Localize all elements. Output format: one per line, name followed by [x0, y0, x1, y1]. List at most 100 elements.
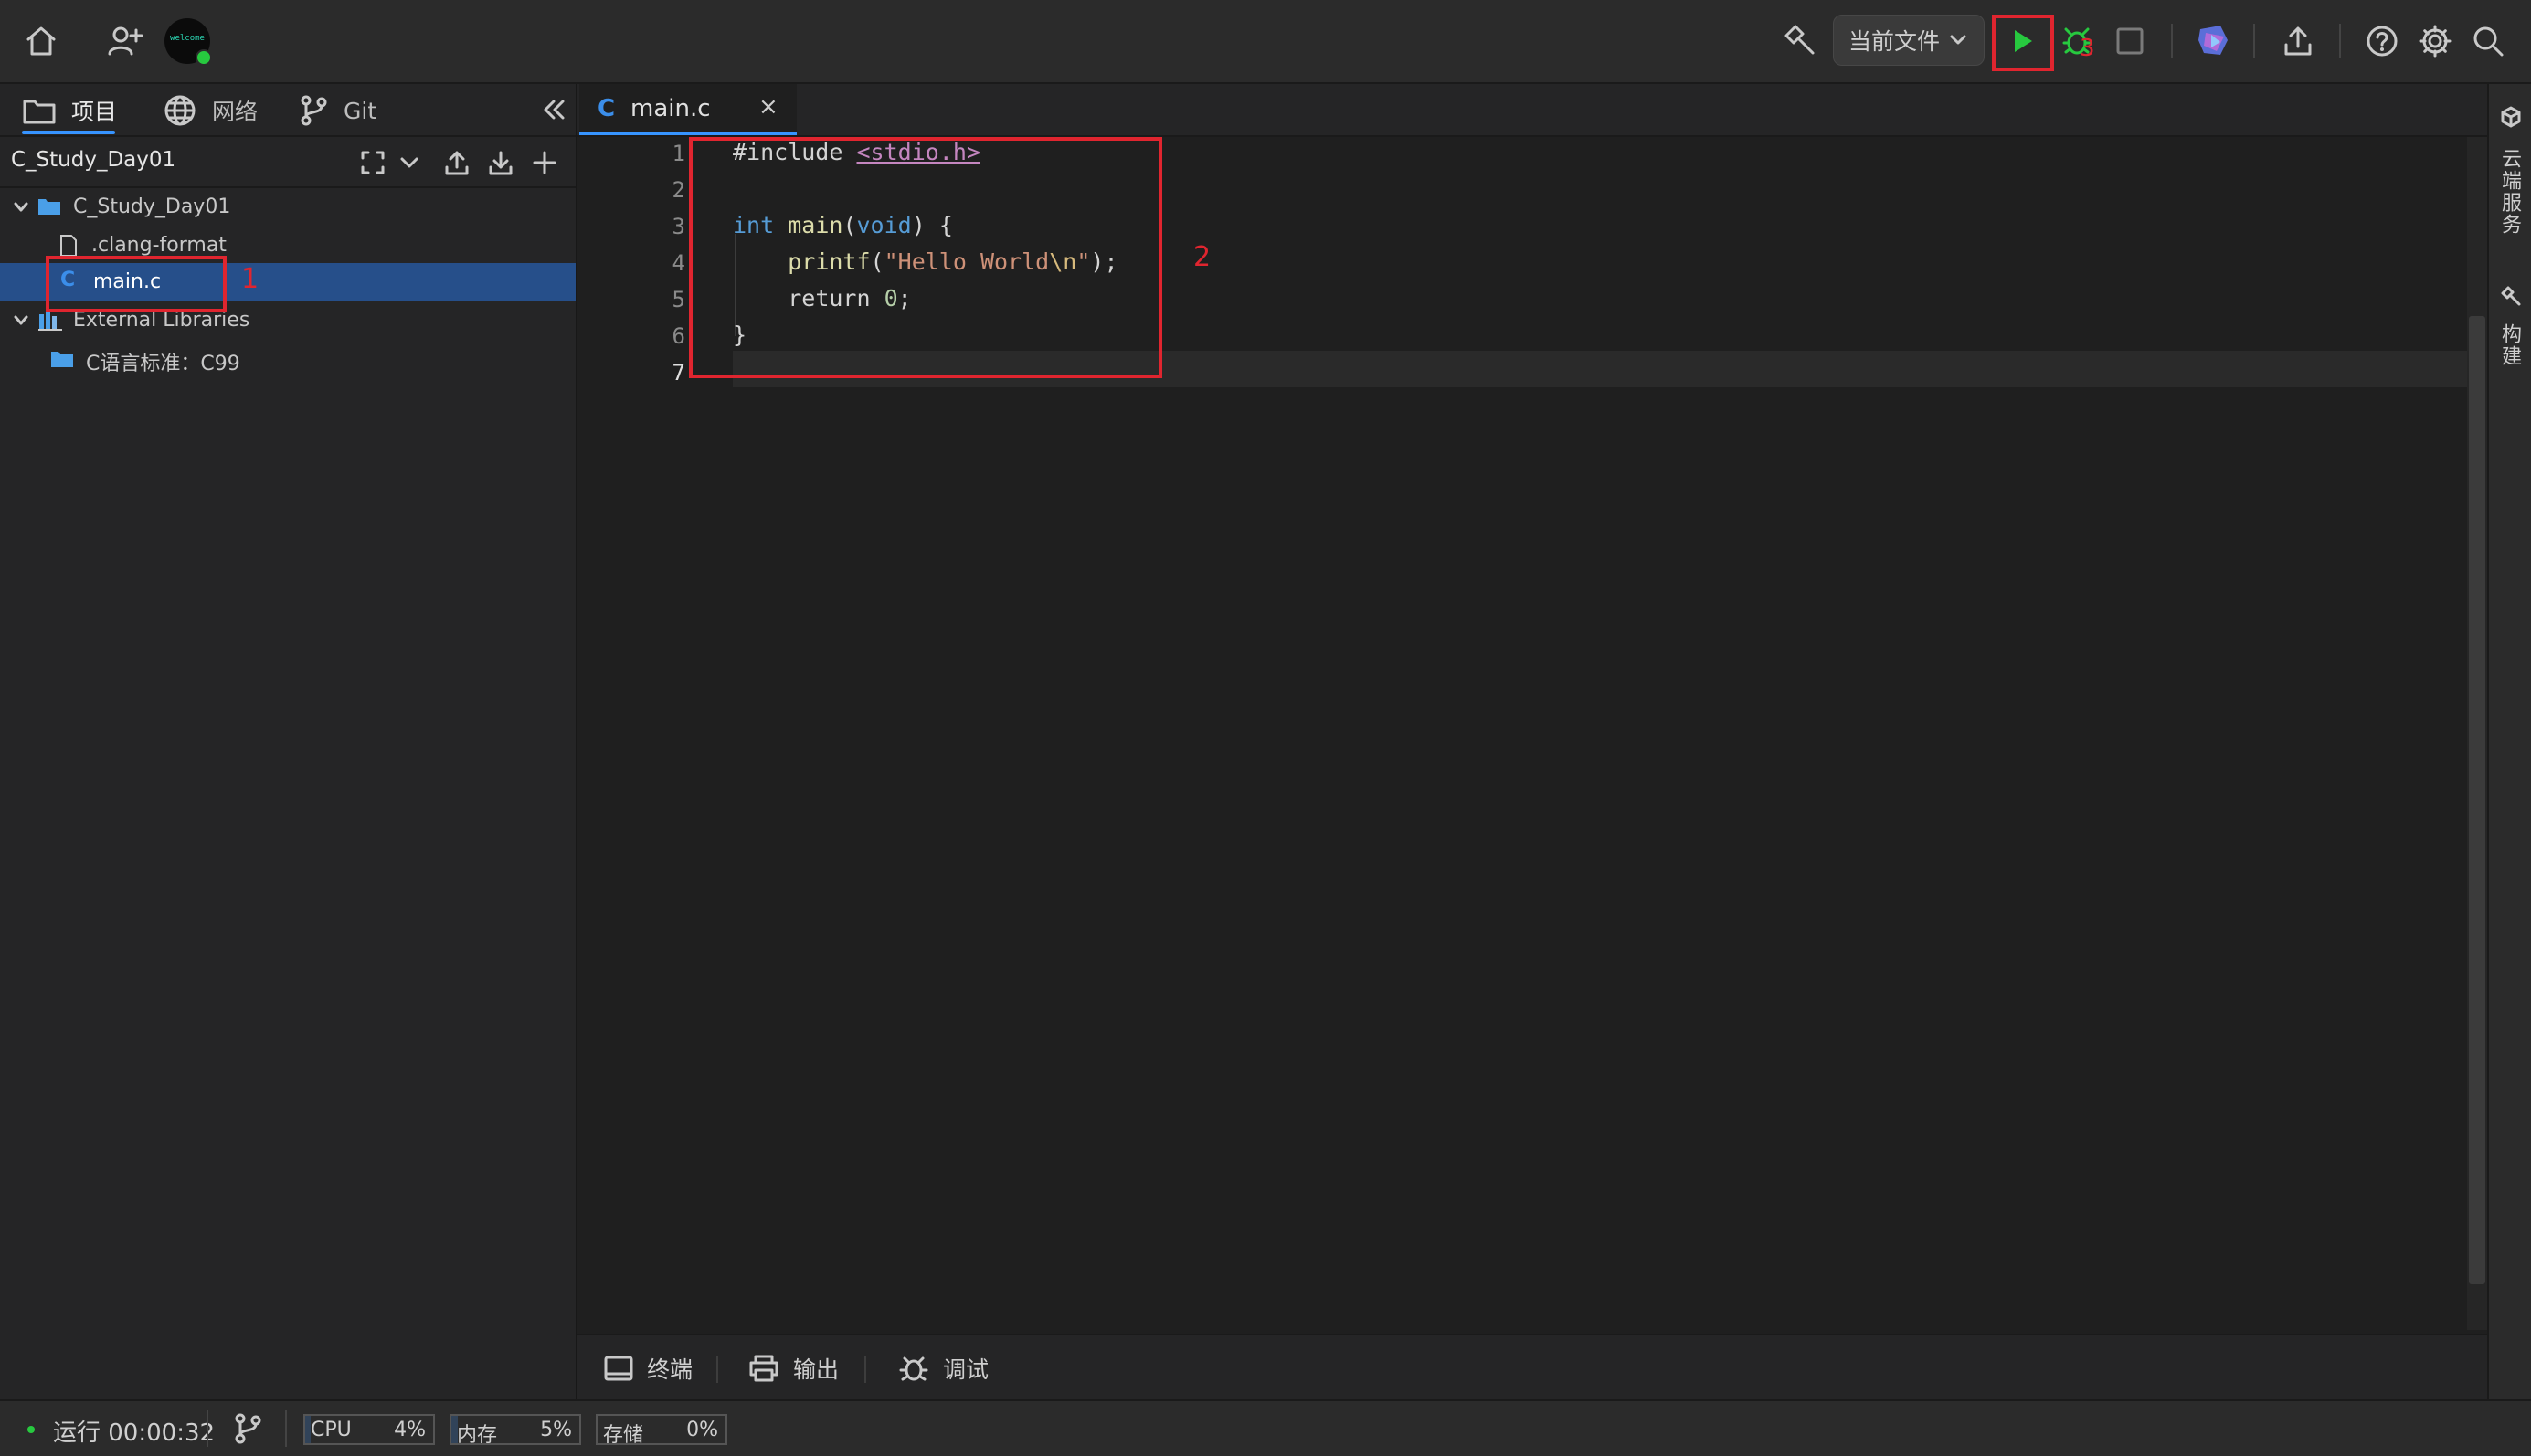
editor-tab-bar: C main.c ×	[577, 84, 2487, 137]
run-timer: 运行 00:00:32	[53, 1419, 216, 1447]
annotation-label-1: 1	[241, 263, 259, 295]
project-header: C_Study_Day01	[0, 137, 576, 188]
top-toolbar: welcome 当前文件	[0, 0, 2531, 84]
search-icon[interactable]	[2465, 18, 2511, 64]
upload-icon[interactable]	[2275, 18, 2321, 64]
stop-button[interactable]	[2107, 18, 2153, 64]
editor-scrollbar[interactable]	[2467, 137, 2487, 1330]
status-divider	[207, 1410, 208, 1447]
upload-icon[interactable]	[440, 146, 473, 179]
tab-project[interactable]: 项目	[22, 90, 117, 132]
tab-project-label: 项目	[71, 99, 118, 125]
tab-output[interactable]: 输出	[747, 1352, 839, 1385]
folder-icon	[51, 352, 73, 367]
help-icon[interactable]	[2359, 18, 2405, 64]
tab-git[interactable]: Git	[298, 90, 376, 132]
run-configuration-select[interactable]: 当前文件	[1833, 15, 1985, 66]
line-number: 6	[672, 323, 685, 349]
tab-git-label: Git	[344, 97, 377, 124]
globe-icon	[164, 95, 196, 126]
bug-icon	[899, 1356, 928, 1381]
build-hammer-icon[interactable]	[1776, 18, 1822, 64]
panel-tab-divider	[864, 1356, 866, 1383]
folder-open-icon	[38, 199, 60, 215]
download-icon[interactable]	[484, 146, 517, 179]
chevron-down-icon	[1950, 35, 1966, 45]
home-icon[interactable]	[18, 18, 64, 64]
storage-label: 存储	[603, 1424, 644, 1445]
chevron-down-icon	[14, 315, 28, 325]
sidebar-tabs: 项目 网络 Git	[0, 84, 576, 137]
toolbar-divider	[2171, 24, 2173, 58]
file-icon	[60, 235, 77, 257]
tab-output-label: 输出	[793, 1356, 840, 1383]
active-tab-indicator	[579, 132, 797, 135]
run-configuration-label: 当前文件	[1848, 28, 1941, 55]
right-tool-rail: 云端服务 构建	[2487, 84, 2531, 1399]
annotation-label-2: 2	[1193, 241, 1212, 273]
terminal-icon	[604, 1356, 633, 1381]
git-branch-icon	[301, 95, 327, 126]
printer-icon	[749, 1355, 778, 1382]
add-icon[interactable]	[528, 146, 561, 179]
memory-value: 5%	[540, 1419, 572, 1441]
cube-icon	[2501, 106, 2521, 128]
cloud-services-tab[interactable]: 云端服务	[2498, 148, 2524, 236]
collapse-sidebar-icon[interactable]	[537, 93, 570, 126]
panel-tab-divider	[716, 1356, 718, 1383]
tree-item-label: C_Study_Day01	[73, 195, 231, 218]
tab-network[interactable]: 网络	[163, 90, 258, 132]
bottom-panel-tabs: 终端 输出 调试	[577, 1334, 2487, 1401]
git-branch-icon[interactable]	[232, 1412, 263, 1445]
memory-label: 内存	[457, 1424, 498, 1445]
toolbar-divider	[2253, 24, 2255, 58]
cpu-label: CPU	[311, 1419, 352, 1441]
tree-item-c-standard[interactable]: C语言标准：C99	[0, 340, 576, 378]
chevron-down-icon[interactable]	[393, 146, 426, 179]
folder-icon	[23, 100, 56, 124]
c-file-icon: C	[598, 95, 616, 122]
line-number: 5	[672, 287, 685, 312]
project-name: C_Study_Day01	[11, 148, 176, 172]
annotation-box-2	[689, 137, 1162, 378]
status-divider	[285, 1410, 287, 1447]
annotation-box-3	[1992, 15, 2054, 71]
active-tab-indicator	[22, 131, 115, 134]
annotation-label-3: 3	[2080, 35, 2095, 62]
editor-tab-label: main.c	[630, 95, 711, 122]
status-bar: 运行 00:00:32 CPU 4% 内存 5% 存储 0%	[0, 1399, 2531, 1456]
tab-debug-label: 调试	[943, 1356, 990, 1383]
scrollbar-thumb[interactable]	[2469, 316, 2485, 1284]
tab-terminal[interactable]: 终端	[603, 1352, 693, 1385]
annotation-box-1	[46, 256, 227, 312]
storage-value: 0%	[686, 1419, 718, 1441]
tab-debug[interactable]: 调试	[897, 1352, 989, 1385]
line-number: 4	[672, 250, 685, 276]
cpu-meter-fill	[305, 1416, 311, 1443]
stop-icon	[2116, 27, 2144, 55]
storage-meter: 存储 0%	[596, 1414, 727, 1445]
online-status-dot	[196, 49, 212, 66]
close-icon[interactable]: ×	[758, 93, 778, 121]
build-tab[interactable]: 构建	[2498, 323, 2524, 367]
add-user-icon[interactable]	[102, 18, 148, 64]
cpu-meter: CPU 4%	[303, 1414, 435, 1445]
editor-tab-main-c[interactable]: C main.c ×	[579, 84, 797, 135]
tree-item-label: .clang-format	[91, 234, 227, 257]
ai-assistant-icon[interactable]	[2191, 18, 2237, 64]
memory-meter: 内存 5%	[450, 1414, 581, 1445]
tree-item-project-folder[interactable]: C_Study_Day01	[0, 188, 576, 227]
cpu-value: 4%	[394, 1419, 426, 1441]
chevron-down-icon	[14, 202, 28, 212]
running-status-dot	[27, 1426, 35, 1433]
build-hammer-icon	[2501, 286, 2521, 306]
line-number: 2	[672, 177, 685, 203]
tree-item-label: C语言标准：C99	[86, 353, 240, 375]
line-number: 7	[672, 360, 685, 385]
tab-terminal-label: 终端	[647, 1356, 694, 1383]
settings-gear-icon[interactable]	[2412, 18, 2458, 64]
line-number: 1	[672, 141, 685, 166]
tab-network-label: 网络	[212, 99, 259, 125]
toolbar-divider	[2339, 24, 2341, 58]
expand-collapse-icon[interactable]	[356, 146, 389, 179]
